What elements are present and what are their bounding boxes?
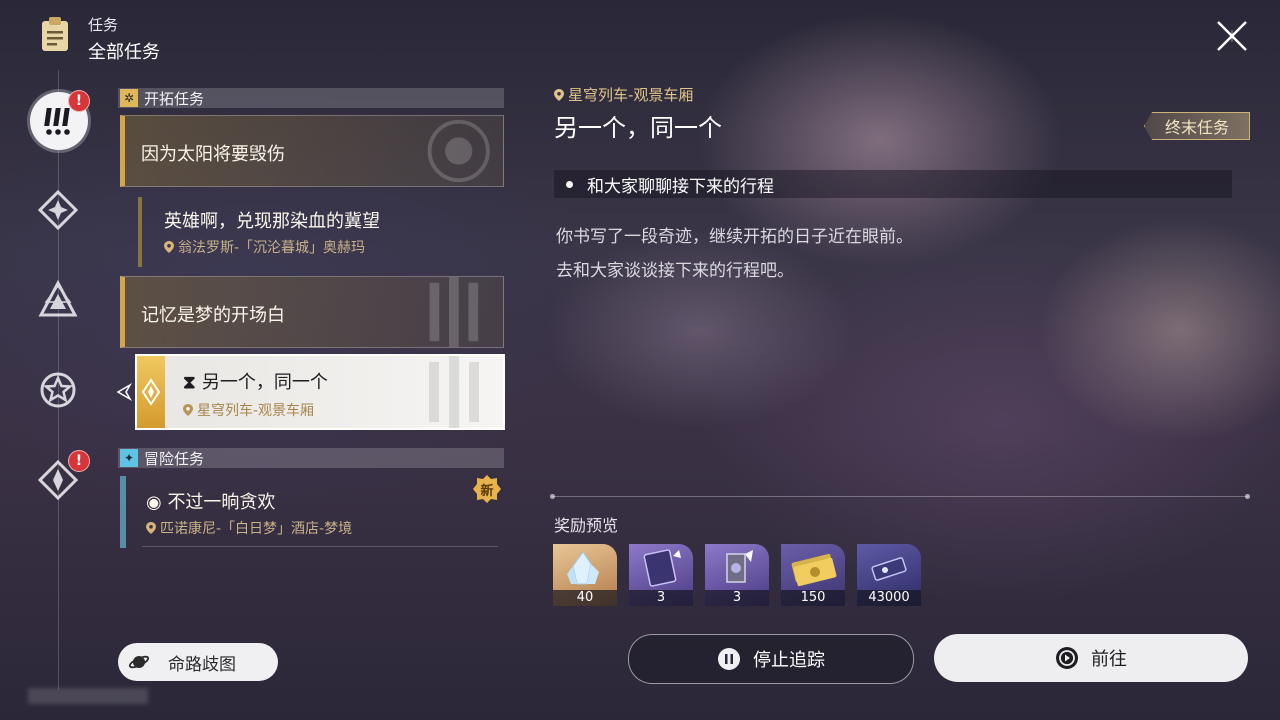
quest-card-q2[interactable]: 记忆是梦的开场白 bbox=[120, 276, 504, 348]
route-map-label: 命路歧图 bbox=[168, 654, 236, 675]
quest-title-text: 不过一晌贪欢 bbox=[167, 492, 276, 513]
credits-icon bbox=[791, 553, 837, 587]
planet-icon bbox=[128, 655, 150, 669]
quest-location-text: 翁法罗斯-「沉沦暮城」奥赫玛 bbox=[178, 240, 366, 256]
reward-item-crystal[interactable]: 40 bbox=[553, 544, 617, 606]
go-button[interactable]: 前往 bbox=[934, 634, 1248, 682]
category-label: 开拓任务 bbox=[144, 89, 205, 108]
triangle-icon bbox=[38, 280, 78, 317]
route-map-button[interactable]: 命路歧图 bbox=[118, 643, 278, 681]
stop-tracking-label: 停止追踪 bbox=[753, 650, 825, 671]
emblem-icon bbox=[429, 356, 479, 428]
category-header-trailblaze: ✲ 开拓任务 bbox=[118, 88, 504, 108]
category-header-adventure: ✦ 冒险任务 bbox=[118, 448, 504, 468]
reward-qty: 40 bbox=[553, 590, 617, 606]
clipboard-icon bbox=[42, 17, 68, 51]
go-label: 前往 bbox=[1091, 649, 1127, 670]
stop-tracking-button[interactable]: 停止追踪 bbox=[628, 634, 914, 684]
rail-item-companion[interactable] bbox=[34, 186, 82, 234]
pause-icon bbox=[718, 648, 740, 670]
objective-row: 和大家聊聊接下来的行程 bbox=[554, 170, 1232, 198]
emblem-icon bbox=[427, 119, 490, 183]
triple-exclaim-icon bbox=[44, 108, 70, 135]
description-line: 你书写了一段奇迹，继续开拓的日子近在眼前。 bbox=[556, 227, 913, 247]
quest-title: 英雄啊，兑现那染血的冀望 bbox=[164, 211, 380, 232]
reward-qty: 3 bbox=[705, 590, 769, 606]
reward-item-refine-material[interactable]: 3 bbox=[705, 544, 769, 606]
quest-title: ⧗ 另一个，同一个 bbox=[183, 368, 328, 394]
hourglass-icon: ⧗ bbox=[183, 372, 202, 393]
description-line: 去和大家谈谈接下来的行程吧。 bbox=[556, 261, 794, 281]
reward-item-trailblaze-exp[interactable]: 43000 bbox=[857, 544, 921, 606]
new-badge: 新 bbox=[472, 474, 502, 504]
quest-title-text: 另一个，同一个 bbox=[201, 372, 328, 393]
divider bbox=[142, 546, 498, 547]
location-pin-icon bbox=[554, 89, 564, 101]
adventure-icon: ✦ bbox=[120, 449, 138, 467]
alert-badge: ! bbox=[68, 90, 90, 112]
material-icon bbox=[726, 550, 753, 583]
quest-location: 匹诺康尼-「白日梦」酒店-梦境 bbox=[146, 518, 352, 538]
reward-qty: 3 bbox=[629, 590, 693, 606]
quest-title: ◉ 不过一晌贪欢 bbox=[146, 488, 275, 514]
category-label: 冒险任务 bbox=[144, 449, 205, 468]
trailblaze-icon: ✲ bbox=[120, 89, 138, 107]
reward-item-exp-book[interactable]: 3 bbox=[629, 544, 693, 606]
diamond-star-icon bbox=[38, 190, 78, 230]
divider bbox=[550, 494, 1250, 499]
bullet-icon bbox=[566, 180, 573, 188]
quest-card-q1-sub[interactable]: 英雄啊，兑现那染血的冀望 翁法罗斯-「沉沦暮城」奥赫玛 bbox=[146, 197, 504, 267]
watermark bbox=[28, 688, 148, 704]
location-pin-icon bbox=[164, 241, 174, 253]
location-pin-icon bbox=[146, 522, 156, 534]
sub-quest-bar bbox=[138, 197, 142, 267]
quest-title: 记忆是梦的开场白 bbox=[141, 305, 285, 326]
selected-stripe bbox=[137, 356, 165, 428]
quest-card-adv1[interactable]: ◉ 不过一晌贪欢 匹诺康尼-「白日梦」酒店-梦境 bbox=[120, 476, 498, 548]
crystal-icon bbox=[567, 551, 599, 585]
rail-item-daily[interactable] bbox=[34, 276, 82, 324]
close-icon[interactable] bbox=[1212, 16, 1252, 56]
page-title: 全部任务 bbox=[88, 42, 160, 63]
quest-card-q1[interactable]: 因为太阳将要毁伤 bbox=[120, 115, 504, 187]
quest-title: 因为太阳将要毁伤 bbox=[141, 144, 285, 165]
navigate-icon bbox=[1056, 647, 1078, 669]
dream-mask-icon: ◉ bbox=[146, 492, 168, 513]
reward-qty: 150 bbox=[781, 590, 845, 606]
rail-item-event[interactable] bbox=[34, 366, 82, 414]
alert-badge: ! bbox=[68, 450, 90, 472]
quest-type-tag: 终末任务 bbox=[1144, 112, 1250, 140]
quest-location-text: 星穹列车-观景车厢 bbox=[197, 403, 315, 419]
detail-title: 另一个，同一个 bbox=[554, 114, 722, 142]
quest-card-q2-sub-selected[interactable]: ⧗ 另一个，同一个 星穹列车-观景车厢 bbox=[135, 354, 505, 430]
exp-icon bbox=[871, 557, 907, 581]
emblem-icon bbox=[429, 277, 479, 347]
quest-location-text: 匹诺康尼-「白日梦」酒店-梦境 bbox=[160, 521, 353, 537]
quest-location: 翁法罗斯-「沉沦暮城」奥赫玛 bbox=[164, 237, 365, 257]
location-pin-icon bbox=[183, 404, 193, 416]
detail-location: 星穹列车-观景车厢 bbox=[554, 84, 693, 105]
objective-label: 和大家聊聊接下来的行程 bbox=[587, 176, 774, 197]
reward-item-credits[interactable]: 150 bbox=[781, 544, 845, 606]
selection-arrow-icon bbox=[116, 382, 133, 402]
header-section-label: 任务 bbox=[88, 16, 119, 34]
rewards-label: 奖励预览 bbox=[554, 516, 619, 535]
quest-location: 星穹列车-观景车厢 bbox=[183, 400, 314, 420]
new-badge-label: 新 bbox=[480, 484, 494, 499]
book-icon bbox=[643, 549, 681, 587]
diamond-star-icon bbox=[141, 378, 161, 406]
reward-qty: 43000 bbox=[857, 590, 921, 606]
star-badge-icon bbox=[40, 372, 76, 408]
detail-location-text: 星穹列车-观景车厢 bbox=[568, 86, 694, 104]
adventure-bar bbox=[120, 476, 126, 548]
